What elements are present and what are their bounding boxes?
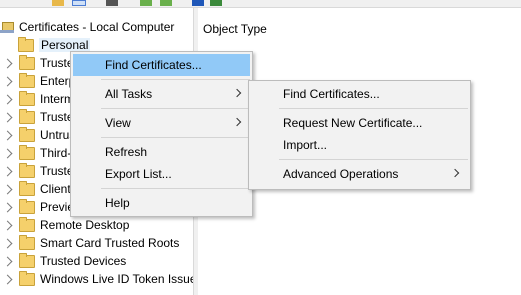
folder-icon (19, 108, 35, 124)
chevron-right-icon[interactable] (2, 220, 13, 230)
chevron-right-icon[interactable] (2, 184, 13, 194)
menu-separator (279, 159, 468, 160)
folder-icon (19, 54, 35, 70)
chevron-right-icon[interactable] (2, 202, 13, 212)
up-folder-icon[interactable] (52, 0, 64, 6)
folder-icon (18, 36, 34, 52)
menu-separator (101, 137, 250, 138)
folder-icon (19, 252, 35, 268)
chevron-right-icon[interactable] (2, 256, 13, 266)
tree-root[interactable]: Certificates - Local Computer (0, 18, 174, 36)
menu-item-view[interactable]: View (73, 112, 250, 134)
tree-item[interactable]: Previe (0, 198, 74, 216)
forward-arrow-icon[interactable] (20, 0, 32, 6)
tree-item[interactable]: Client (0, 180, 71, 198)
context-menu: Find Certificates... All Tasks View Refr… (70, 51, 253, 217)
menu-item-help[interactable]: Help (73, 192, 250, 214)
menu-separator (101, 188, 250, 189)
submenu-item-request-new-certificate[interactable]: Request New Certificate... (251, 112, 468, 134)
tree-item-windows-live-id-token-issuer[interactable]: Windows Live ID Token Issuer (0, 270, 193, 288)
chevron-right-icon[interactable] (2, 148, 13, 158)
tree-item[interactable]: Truste (0, 162, 74, 180)
folder-icon (19, 90, 35, 106)
export-list-icon[interactable] (160, 0, 172, 6)
column-header-object-type[interactable]: Object Type (203, 22, 267, 36)
chevron-right-icon (232, 88, 242, 98)
certificates-snapin-icon (0, 20, 14, 34)
tree-item-remote-desktop[interactable]: Remote Desktop (0, 216, 129, 234)
menu-separator (279, 108, 468, 109)
action-pane-icon[interactable] (210, 0, 222, 6)
menu-separator (101, 108, 250, 109)
tree-item-smart-card-trusted-roots[interactable]: Smart Card Trusted Roots (0, 234, 179, 252)
folder-icon (19, 180, 35, 196)
refresh-icon[interactable] (140, 0, 152, 6)
folder-icon (19, 234, 35, 250)
chevron-right-icon (450, 168, 460, 178)
tree-item[interactable]: Untrus (0, 126, 75, 144)
tree-item[interactable]: Enterp (0, 72, 75, 90)
tree-root-label: Certificates - Local Computer (19, 20, 175, 34)
chevron-right-icon[interactable] (2, 112, 13, 122)
folder-icon (19, 162, 35, 178)
chevron-right-icon[interactable] (2, 76, 13, 86)
menu-separator (101, 79, 250, 80)
folder-icon (19, 270, 35, 286)
tree-item[interactable]: Truste (0, 108, 74, 126)
chevron-right-icon (232, 117, 242, 127)
tree-item[interactable]: Interm (0, 90, 74, 108)
submenu-item-import[interactable]: Import... (251, 134, 468, 156)
tree-item-trusted-devices[interactable]: Trusted Devices (0, 252, 126, 270)
submenu-item-find-certificates[interactable]: Find Certificates... (251, 83, 468, 105)
folder-icon (19, 126, 35, 142)
toolbar (0, 0, 521, 8)
chevron-right-icon[interactable] (2, 58, 13, 68)
folder-icon (19, 72, 35, 88)
print-icon[interactable] (106, 0, 118, 6)
chevron-right-icon[interactable] (2, 166, 13, 176)
menu-item-all-tasks[interactable]: All Tasks (73, 83, 250, 105)
folder-icon (19, 144, 35, 160)
help-icon[interactable] (192, 0, 204, 6)
folder-icon (19, 216, 35, 232)
tree-item[interactable]: Third- (0, 144, 71, 162)
submenu-item-advanced-operations[interactable]: Advanced Operations (251, 163, 468, 185)
menu-item-find-certificates[interactable]: Find Certificates... (73, 54, 250, 76)
menu-item-export-list[interactable]: Export List... (73, 163, 250, 185)
chevron-right-icon[interactable] (2, 94, 13, 104)
chevron-right-icon[interactable] (2, 274, 13, 284)
tree-item[interactable]: Truste (0, 54, 74, 72)
menu-item-refresh[interactable]: Refresh (73, 141, 250, 163)
folder-icon (19, 198, 35, 214)
show-hide-tree-icon[interactable] (72, 0, 86, 6)
back-arrow-icon[interactable] (2, 0, 14, 6)
chevron-right-icon[interactable] (2, 130, 13, 140)
chevron-right-icon[interactable] (2, 238, 13, 248)
all-tasks-submenu: Find Certificates... Request New Certifi… (248, 80, 471, 190)
